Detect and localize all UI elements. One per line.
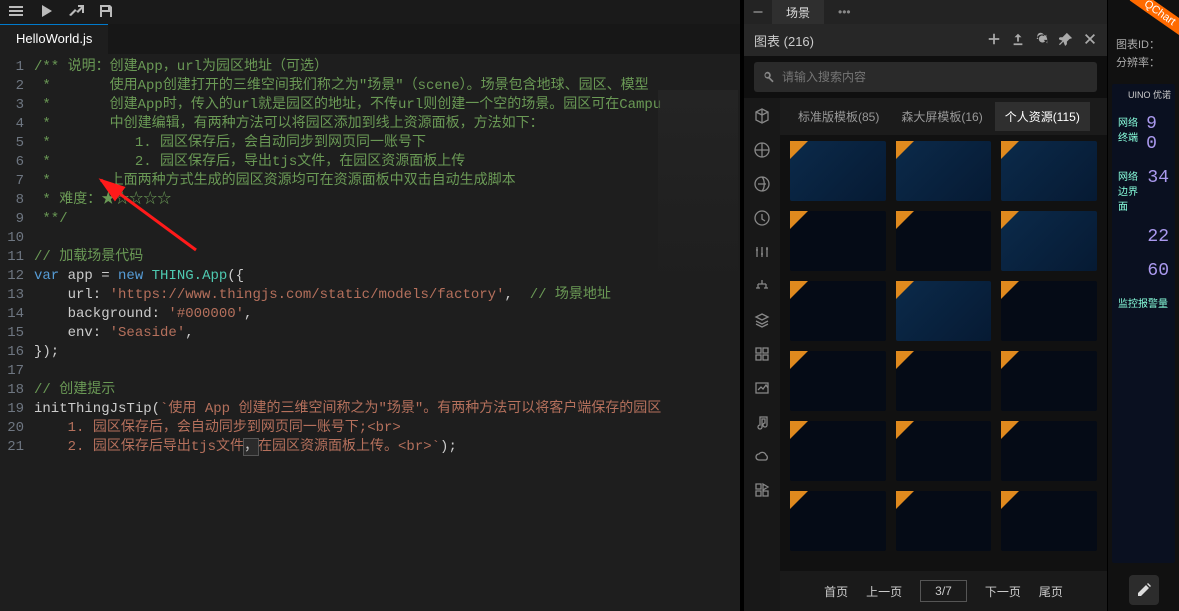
subtab-2[interactable]: 个人资源(115): [995, 102, 1090, 131]
thumbnail[interactable]: [1001, 351, 1097, 411]
qchart-row: 网络边界面34: [1118, 168, 1169, 213]
rail-image-icon[interactable]: [748, 374, 776, 402]
qchart-sidebar: QChart 图表ID： 分辨率： UINO 优诺 网络终端9 0网络边界面34…: [1107, 0, 1179, 611]
pager: 首页 上一页 3/7 下一页 尾页: [780, 571, 1107, 611]
run-icon[interactable]: [38, 3, 54, 22]
upload-icon[interactable]: [1011, 32, 1025, 49]
subtab-1[interactable]: 森大屏模板(16): [891, 102, 992, 131]
minimap[interactable]: [658, 90, 738, 290]
panel-topbar: 场景 •••: [744, 0, 1107, 24]
thumbnail[interactable]: [790, 281, 886, 341]
rail-music-icon[interactable]: [748, 408, 776, 436]
pager-last[interactable]: 尾页: [1039, 583, 1063, 600]
panel-count: (216): [784, 34, 814, 49]
pager-next[interactable]: 下一页: [985, 583, 1021, 600]
menu-icon[interactable]: [8, 3, 24, 22]
save-icon[interactable]: [98, 3, 114, 22]
thumbnail[interactable]: [790, 491, 886, 551]
rail-cube-icon[interactable]: [748, 102, 776, 130]
qchart-row: 60: [1118, 261, 1169, 281]
thumbnail[interactable]: [790, 141, 886, 201]
qchart-preview[interactable]: UINO 优诺 网络终端9 0 网络边界面34 22 60 监控报警量: [1112, 84, 1175, 563]
editor-toolbar: [0, 0, 740, 24]
thumbnail[interactable]: [1001, 141, 1097, 201]
rail-tree-icon[interactable]: [748, 272, 776, 300]
rail-grid-icon[interactable]: [748, 340, 776, 368]
thumbnail[interactable]: [1001, 421, 1097, 481]
thumbnail[interactable]: [790, 211, 886, 271]
thumbnail[interactable]: [896, 421, 992, 481]
toptab-more[interactable]: •••: [824, 0, 865, 24]
rail-clock-icon[interactable]: [748, 204, 776, 232]
code-area[interactable]: 123456789101112131415161718192021 /** 说明…: [0, 54, 740, 611]
expand-icon[interactable]: [744, 0, 772, 24]
qchart-brand: UINO 优诺: [1128, 88, 1171, 101]
gallery-column: 标准版模板(85)森大屏模板(16)个人资源(115) 首页 上一页 3/7 下…: [780, 98, 1107, 611]
code-editor: HelloWorld.js 12345678910111213141516171…: [0, 0, 740, 611]
pager-prev[interactable]: 上一页: [866, 583, 902, 600]
search-input[interactable]: [782, 70, 1089, 84]
rail-sliders-icon[interactable]: [748, 238, 776, 266]
subtabs: 标准版模板(85)森大屏模板(16)个人资源(115): [780, 98, 1107, 135]
subtab-0[interactable]: 标准版模板(85): [788, 102, 889, 131]
thumbnail[interactable]: [896, 211, 992, 271]
qchart-row: 监控报警量: [1118, 295, 1169, 310]
thumbnail-grid: [780, 135, 1107, 571]
thumbnail[interactable]: [790, 351, 886, 411]
thumbnail[interactable]: [896, 281, 992, 341]
icon-rail: [744, 98, 780, 611]
editor-tabbar: HelloWorld.js: [0, 24, 740, 54]
qchart-id-label: 图表ID：: [1116, 36, 1171, 54]
search-icon: [762, 70, 776, 84]
edit-button[interactable]: [1129, 575, 1159, 605]
share-icon[interactable]: [68, 3, 84, 22]
thumbnail[interactable]: [896, 491, 992, 551]
qchart-row: 网络终端9 0: [1118, 114, 1169, 154]
thumbnail[interactable]: [790, 421, 886, 481]
search-box[interactable]: [754, 62, 1097, 92]
thumbnail[interactable]: [896, 141, 992, 201]
thumbnail[interactable]: [1001, 491, 1097, 551]
thumbnail[interactable]: [1001, 211, 1097, 271]
rail-globe-icon[interactable]: [748, 136, 776, 164]
add-icon[interactable]: [987, 32, 1001, 49]
qchart-res-label: 分辨率：: [1116, 54, 1171, 72]
thumbnail[interactable]: [1001, 281, 1097, 341]
source-text[interactable]: /** 说明：创建App，url为园区地址（可选） * 使用App创建打开的三维…: [30, 54, 740, 611]
close-icon[interactable]: [1083, 32, 1097, 49]
toptab-scene[interactable]: 场景: [772, 0, 824, 24]
pager-first[interactable]: 首页: [824, 583, 848, 600]
line-gutter: 123456789101112131415161718192021: [0, 54, 30, 611]
thumbnail[interactable]: [896, 351, 992, 411]
qchart-row: 22: [1118, 227, 1169, 247]
editor-tab[interactable]: HelloWorld.js: [0, 24, 108, 54]
rail-cloud-icon[interactable]: [748, 442, 776, 470]
pager-current: 3/7: [920, 580, 967, 602]
pin-icon[interactable]: [1059, 32, 1073, 49]
resource-panel: 场景 ••• 图表 (216) 标准版模板(85)森大屏模板(16)个人资源(1…: [744, 0, 1107, 611]
rail-earth-icon[interactable]: [748, 170, 776, 198]
panel-header: 图表 (216): [744, 24, 1107, 56]
panel-title: 图表: [754, 34, 780, 49]
rail-widget-icon[interactable]: [748, 476, 776, 504]
refresh-icon[interactable]: [1035, 32, 1049, 49]
rail-layers-icon[interactable]: [748, 306, 776, 334]
